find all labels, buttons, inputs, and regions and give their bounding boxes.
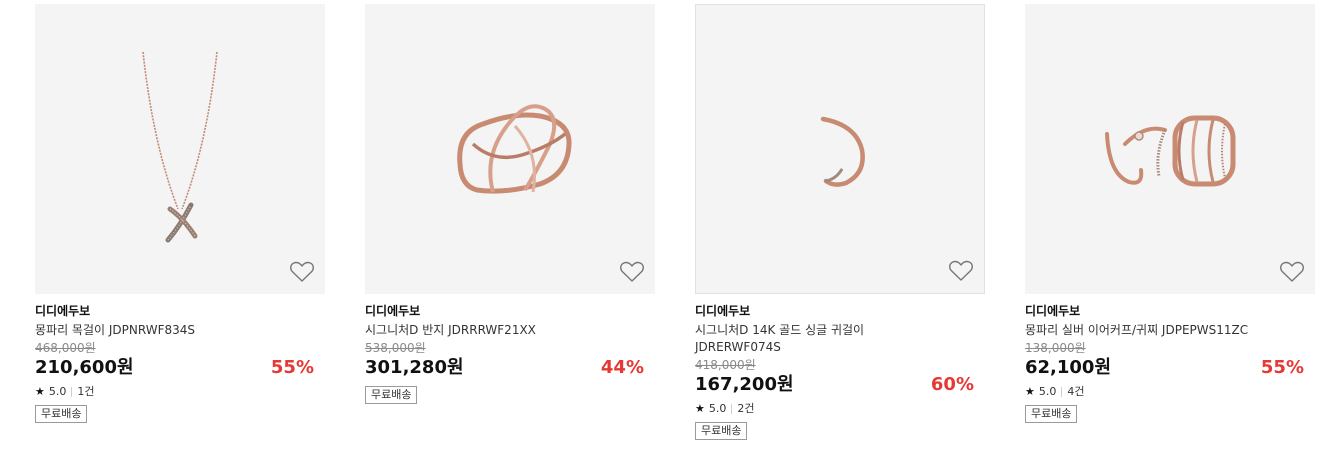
product-image[interactable] <box>695 4 985 294</box>
ring-icon <box>457 104 572 194</box>
sale-price: 62,100원 <box>1025 357 1112 378</box>
wishlist-button[interactable] <box>289 260 315 284</box>
sale-price: 301,280원 <box>365 357 464 378</box>
original-price: 468,000원 <box>35 341 96 355</box>
price-row: 167,200원 60% <box>695 373 985 397</box>
star-icon: ★ <box>35 385 45 398</box>
rating: ★ 5.0 1건 <box>35 385 325 399</box>
discount-rate: 44% <box>600 357 644 378</box>
wishlist-button[interactable] <box>619 260 645 284</box>
divider <box>71 387 73 397</box>
product-card[interactable]: 디디에두보 시그니처D 반지 JDRRRWF21XX 538,000원 301,… <box>365 4 655 404</box>
wishlist-button[interactable] <box>948 259 974 283</box>
discount-rate: 60% <box>930 374 974 395</box>
product-name[interactable]: 몽파리 실버 이어커프/귀찌 JDPEPWS11ZC <box>1025 322 1255 339</box>
product-name[interactable]: 시그니처D 14K 골드 싱글 귀걸이 JDRERWF074S <box>695 322 925 356</box>
heart-outline-icon <box>949 260 973 281</box>
divider <box>1061 387 1063 397</box>
heart-outline-icon <box>1280 261 1304 282</box>
review-count: 2건 <box>737 402 755 415</box>
product-image[interactable] <box>1025 4 1315 294</box>
discount-rate: 55% <box>270 357 314 378</box>
wishlist-button[interactable] <box>1279 260 1305 284</box>
product-card[interactable]: 디디에두보 시그니처D 14K 골드 싱글 귀걸이 JDRERWF074S 41… <box>695 4 985 440</box>
brand-name[interactable]: 디디에두보 <box>365 303 655 319</box>
brand-name[interactable]: 디디에두보 <box>1025 303 1315 319</box>
product-card[interactable]: 디디에두보 몽파리 실버 이어커프/귀찌 JDPEPWS11ZC 138,000… <box>1025 4 1315 423</box>
ear-cuff-icon <box>1105 115 1236 187</box>
free-shipping-badge: 무료배송 <box>365 386 418 404</box>
price-row: 210,600원 55% <box>35 356 325 380</box>
free-shipping-badge: 무료배송 <box>1025 405 1078 423</box>
sale-price: 167,200원 <box>695 374 794 395</box>
rating: ★ 5.0 2건 <box>695 402 985 416</box>
rating: ★ 5.0 4건 <box>1025 385 1315 399</box>
review-count: 4건 <box>1067 385 1085 398</box>
brand-name[interactable]: 디디에두보 <box>35 303 325 319</box>
product-name[interactable]: 몽파리 목걸이 JDPNRWF834S <box>35 322 265 339</box>
free-shipping-badge: 무료배송 <box>35 405 88 423</box>
rating-score: 5.0 <box>708 402 727 415</box>
rating-score: 5.0 <box>48 385 67 398</box>
original-price: 418,000원 <box>695 358 756 372</box>
heart-outline-icon <box>620 261 644 282</box>
review-count: 1건 <box>77 385 95 398</box>
earring-icon <box>820 116 865 187</box>
product-name[interactable]: 시그니처D 반지 JDRRRWF21XX <box>365 322 595 339</box>
original-price: 138,000원 <box>1025 341 1086 355</box>
heart-outline-icon <box>290 261 314 282</box>
star-icon: ★ <box>1025 385 1035 398</box>
product-image[interactable] <box>35 4 325 294</box>
rating-score: 5.0 <box>1038 385 1057 398</box>
free-shipping-badge: 무료배송 <box>695 422 748 440</box>
original-price: 538,000원 <box>365 341 426 355</box>
discount-rate: 55% <box>1260 357 1304 378</box>
price-row: 62,100원 55% <box>1025 356 1315 380</box>
sale-price: 210,600원 <box>35 357 134 378</box>
star-icon: ★ <box>695 402 705 415</box>
product-card[interactable]: 디디에두보 몽파리 목걸이 JDPNRWF834S 468,000원 210,6… <box>35 4 325 423</box>
price-row: 301,280원 44% <box>365 356 655 380</box>
divider <box>731 404 733 414</box>
product-image[interactable] <box>365 4 655 294</box>
brand-name[interactable]: 디디에두보 <box>695 303 985 319</box>
necklace-icon <box>142 51 218 243</box>
product-grid: 디디에두보 몽파리 목걸이 JDPNRWF834S 468,000원 210,6… <box>0 0 1317 466</box>
